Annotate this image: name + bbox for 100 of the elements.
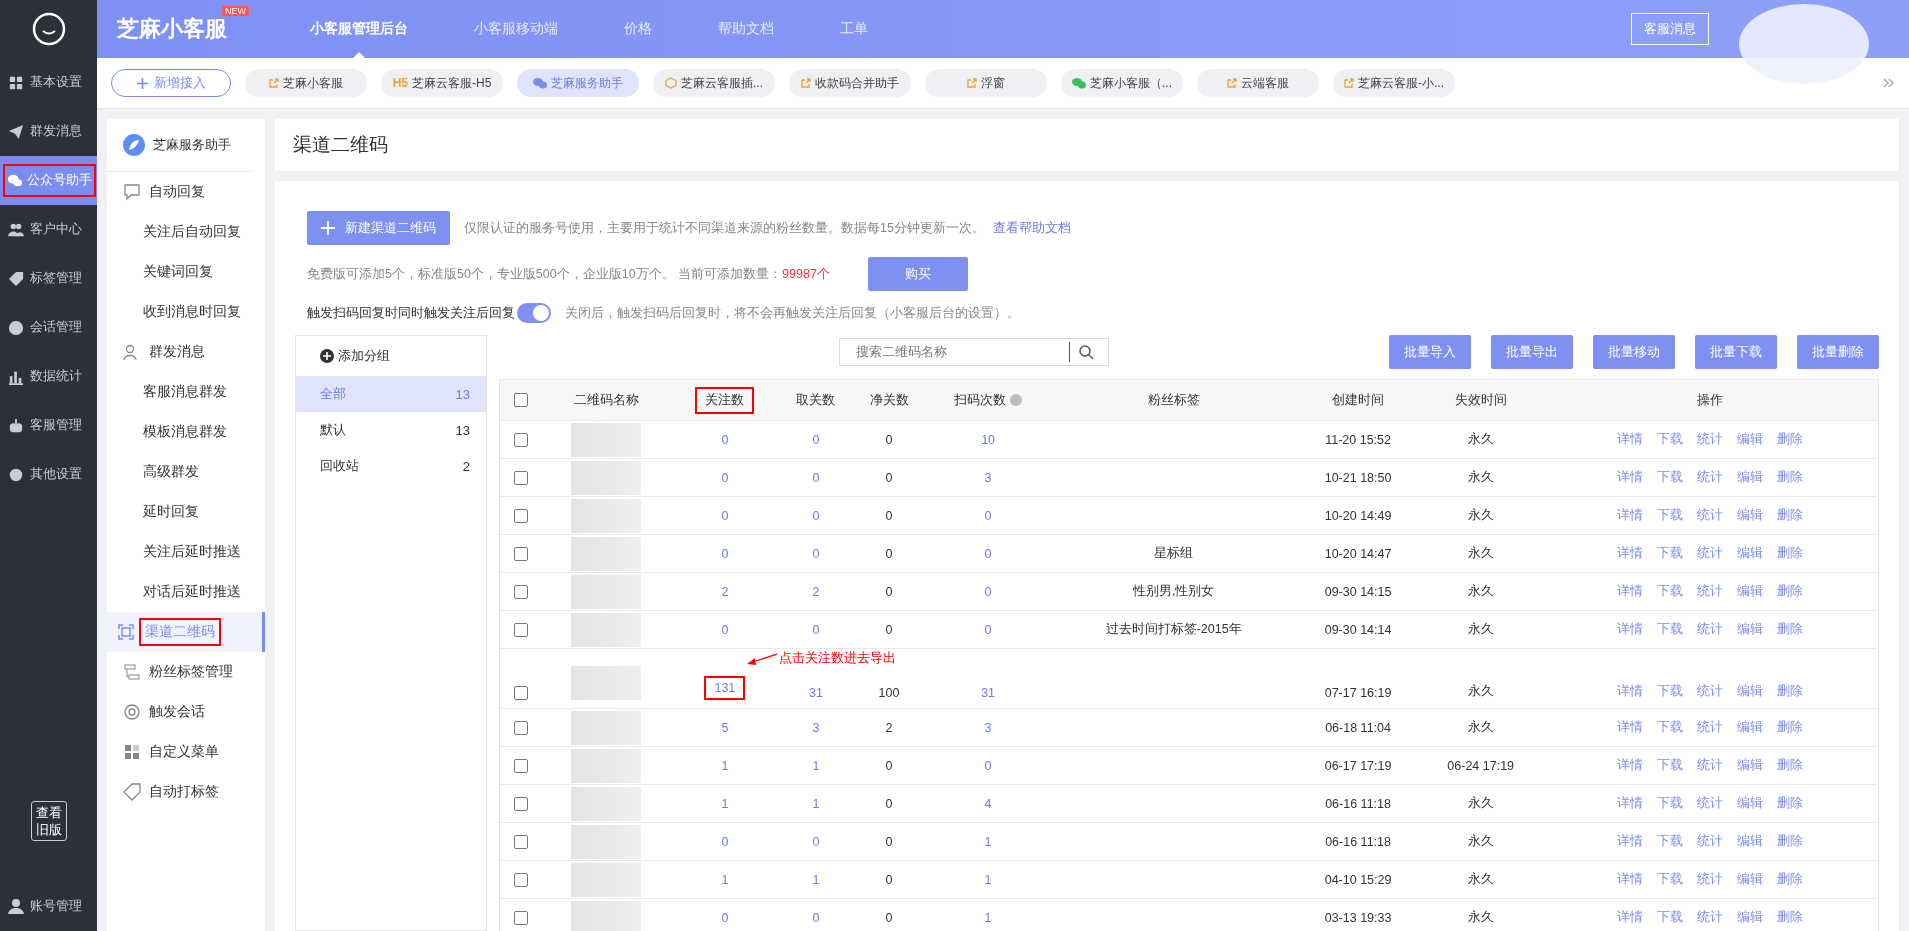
action-link[interactable]: 编辑 <box>1737 431 1763 448</box>
action-link[interactable]: 编辑 <box>1737 719 1763 736</box>
table-cell[interactable]: 4 <box>984 796 992 811</box>
action-link[interactable]: 统计 <box>1697 719 1723 736</box>
action-link[interactable]: 详情 <box>1617 757 1643 774</box>
follows-link[interactable]: 2 <box>721 584 729 599</box>
action-link[interactable]: 编辑 <box>1737 545 1763 562</box>
action-link[interactable]: 编辑 <box>1737 621 1763 638</box>
add-group-button[interactable]: 添加分组 <box>296 336 486 376</box>
action-link[interactable]: 详情 <box>1617 583 1643 600</box>
action-link[interactable]: 统计 <box>1697 757 1723 774</box>
action-link[interactable]: 删除 <box>1777 583 1803 600</box>
subnav-item[interactable]: 触发会话 <box>107 692 265 732</box>
group-item[interactable]: 回收站 2 <box>296 448 486 484</box>
checkbox[interactable] <box>514 393 528 408</box>
sidebar-item[interactable]: 客户中心 <box>0 205 97 254</box>
follows-link[interactable]: 0 <box>721 470 729 485</box>
action-link[interactable]: 编辑 <box>1737 871 1763 888</box>
subnav-item[interactable]: 自动打标签 <box>107 772 265 812</box>
sidebar-item[interactable]: 其他设置 <box>0 450 97 499</box>
batch-button[interactable]: 批量移动 <box>1593 335 1675 369</box>
action-link[interactable]: 下载 <box>1657 909 1683 926</box>
checkbox[interactable] <box>514 796 528 811</box>
action-link[interactable]: 编辑 <box>1737 583 1763 600</box>
sidebar-item[interactable]: 公众号助手 <box>0 156 97 205</box>
action-link[interactable]: 详情 <box>1617 795 1643 812</box>
add-access-button[interactable]: 新增接入 <box>111 69 231 97</box>
action-link[interactable]: 下载 <box>1657 469 1683 486</box>
channel-tab[interactable]: H5 芝麻云客服-H5 <box>381 69 503 97</box>
channel-tab[interactable]: 芝麻云客服-小... <box>1333 69 1455 97</box>
action-link[interactable]: 详情 <box>1617 833 1643 850</box>
batch-button[interactable]: 批量下载 <box>1695 335 1777 369</box>
action-link[interactable]: 统计 <box>1697 431 1723 448</box>
table-cell[interactable]: 0 <box>812 910 820 925</box>
subnav-item[interactable]: 高级群发 <box>107 452 265 492</box>
checkbox[interactable] <box>514 686 528 700</box>
action-link[interactable]: 详情 <box>1617 621 1643 638</box>
toggle-switch[interactable] <box>517 303 551 323</box>
channel-tab[interactable]: 芝麻云客服插... <box>653 69 775 97</box>
table-cell[interactable]: 31 <box>808 686 823 700</box>
sidebar-item[interactable]: 会话管理 <box>0 303 97 352</box>
sidebar-item[interactable]: 客服管理 <box>0 401 97 450</box>
subnav-item[interactable]: 关注后延时推送 <box>107 532 265 572</box>
action-link[interactable]: 删除 <box>1777 469 1803 486</box>
table-cell[interactable]: 0 <box>984 622 992 637</box>
action-link[interactable]: 删除 <box>1777 757 1803 774</box>
follows-link[interactable]: 1 <box>721 758 729 773</box>
sidebar-item[interactable]: 基本设置 <box>0 58 97 107</box>
follows-link[interactable]: 0 <box>721 546 729 561</box>
table-cell[interactable]: 0 <box>812 432 820 447</box>
group-item[interactable]: 全部 13 <box>296 376 486 412</box>
action-link[interactable]: 编辑 <box>1737 833 1763 850</box>
nav-link[interactable]: 工单 <box>807 0 901 58</box>
action-link[interactable]: 统计 <box>1697 871 1723 888</box>
action-link[interactable]: 详情 <box>1617 507 1643 524</box>
action-link[interactable]: 下载 <box>1657 507 1683 524</box>
action-link[interactable]: 详情 <box>1617 469 1643 486</box>
action-link[interactable]: 详情 <box>1617 683 1643 700</box>
sidebar-item[interactable]: 数据统计 <box>0 352 97 401</box>
action-link[interactable]: 删除 <box>1777 719 1803 736</box>
follows-link[interactable]: 1 <box>721 872 729 887</box>
table-cell[interactable]: 0 <box>812 622 820 637</box>
table-cell[interactable]: 0 <box>812 508 820 523</box>
table-cell[interactable]: 0 <box>812 470 820 485</box>
subnav-item[interactable]: 自动回复 <box>107 172 265 212</box>
action-link[interactable]: 统计 <box>1697 469 1723 486</box>
subnav-item[interactable]: 关键词回复 <box>107 252 265 292</box>
table-cell[interactable]: 1 <box>984 872 992 887</box>
action-link[interactable]: 删除 <box>1777 871 1803 888</box>
action-link[interactable]: 下载 <box>1657 621 1683 638</box>
action-link[interactable]: 编辑 <box>1737 757 1763 774</box>
subnav-item[interactable]: 对话后延时推送 <box>107 572 265 612</box>
action-link[interactable]: 统计 <box>1697 507 1723 524</box>
batch-button[interactable]: 批量导入 <box>1389 335 1471 369</box>
action-link[interactable]: 统计 <box>1697 621 1723 638</box>
action-link[interactable]: 下载 <box>1657 719 1683 736</box>
table-cell[interactable]: 0 <box>812 546 820 561</box>
messages-button[interactable]: 客服消息 <box>1631 13 1709 45</box>
table-cell[interactable]: 1 <box>812 758 820 773</box>
action-link[interactable]: 下载 <box>1657 795 1683 812</box>
help-link[interactable]: 查看帮助文档 <box>992 219 1071 237</box>
follows-link[interactable]: 131 <box>704 676 746 700</box>
action-link[interactable]: 下载 <box>1657 871 1683 888</box>
subnav-item[interactable]: 收到消息时回复 <box>107 292 265 332</box>
nav-link[interactable]: 帮助文档 <box>685 0 807 58</box>
action-link[interactable]: 统计 <box>1697 833 1723 850</box>
sidebar-item[interactable]: 标签管理 <box>0 254 97 303</box>
subnav-item[interactable]: 粉丝标签管理 <box>107 652 265 692</box>
checkbox[interactable] <box>514 470 528 485</box>
action-link[interactable]: 详情 <box>1617 545 1643 562</box>
search-icon[interactable] <box>1078 344 1094 360</box>
batch-button[interactable]: 批量导出 <box>1491 335 1573 369</box>
action-link[interactable]: 下载 <box>1657 583 1683 600</box>
action-link[interactable]: 统计 <box>1697 545 1723 562</box>
checkbox[interactable] <box>514 834 528 849</box>
checkbox[interactable] <box>514 872 528 887</box>
follows-link[interactable]: 1 <box>721 796 729 811</box>
old-version-button[interactable]: 查看旧版 <box>30 801 67 841</box>
account-item[interactable]: 账号管理 <box>0 881 97 931</box>
nav-link[interactable]: 价格 <box>591 0 685 58</box>
